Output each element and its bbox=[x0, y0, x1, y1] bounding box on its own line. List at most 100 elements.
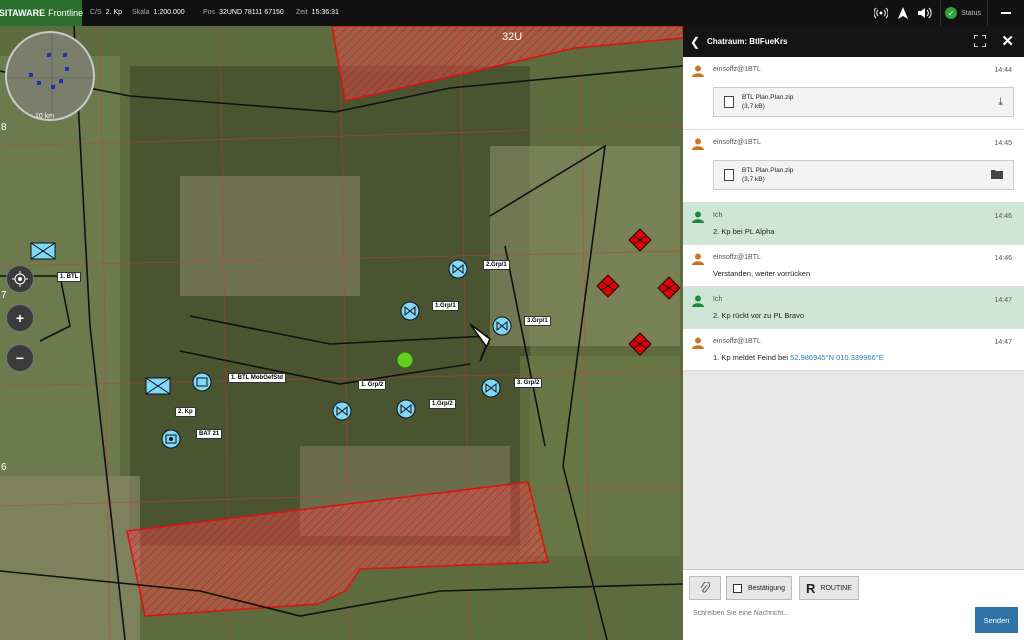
friendly-support-icon[interactable] bbox=[161, 429, 181, 449]
position-readout: Pos 32UND 78111 67150 bbox=[203, 9, 284, 16]
message-user: einsoffz@1BTL bbox=[713, 254, 761, 261]
chat-message: einsoffz@1BTL 14:47 1. Kp meldet Feind b… bbox=[683, 329, 1024, 371]
north-arrow-icon[interactable] bbox=[892, 0, 914, 26]
friendly-hq-icon[interactable] bbox=[192, 372, 212, 392]
side-tick-label: 7 bbox=[1, 290, 7, 301]
priority-icon: R bbox=[806, 580, 816, 596]
scale-label: Skala bbox=[132, 9, 150, 16]
checkbox[interactable] bbox=[733, 583, 742, 593]
chat-message: einsoffz@1BTL 14:45 BTL Plan.Plan.zip (3… bbox=[683, 130, 1024, 203]
close-icon[interactable]: ✕ bbox=[1001, 32, 1014, 50]
document-icon bbox=[724, 96, 734, 108]
top-bar: SITAWARE Frontline C/S 2. Kp Skala 1:200.00… bbox=[0, 0, 1024, 26]
friendly-squad-icon[interactable] bbox=[481, 378, 501, 398]
friendly-squad-icon[interactable] bbox=[396, 399, 416, 419]
paperclip-icon bbox=[700, 582, 710, 593]
unit-label: BAT 21 bbox=[196, 429, 223, 439]
brand-sub: Frontline bbox=[48, 8, 84, 18]
unit-label: 1. Grp/2 bbox=[358, 380, 387, 390]
map-view[interactable]: 32U 10 km + − 8 7 6 1. BTL 2.Grp/1 1.Grp… bbox=[0, 26, 683, 640]
user-avatar-icon bbox=[692, 253, 704, 265]
zoom-out-icon[interactable]: − bbox=[6, 344, 34, 372]
message-time: 14:47 bbox=[994, 297, 1012, 304]
pos-label: Pos bbox=[203, 9, 216, 16]
message-user: einsoffz@1BTL bbox=[713, 338, 761, 345]
back-icon[interactable]: ❮ bbox=[683, 35, 707, 49]
friendly-squad-icon[interactable] bbox=[492, 316, 512, 336]
attachment[interactable]: BTL Plan.Plan.zip (3,7 kB) bbox=[713, 160, 1014, 190]
scale-readout: Skala 1:200.000 bbox=[132, 9, 185, 16]
unit-label: 2. Kp bbox=[175, 407, 196, 417]
grid-zone-label: 32U bbox=[502, 31, 522, 43]
zoom-in-icon[interactable]: + bbox=[6, 304, 34, 332]
callsign-readout: C/S 2. Kp bbox=[90, 9, 122, 16]
locate-icon[interactable] bbox=[6, 265, 34, 293]
send-button[interactable]: Senden bbox=[975, 607, 1018, 633]
status-label: Status bbox=[961, 9, 981, 17]
own-position-icon[interactable] bbox=[395, 350, 415, 370]
chat-message: Ich 14:47 2. Kp rückt vor zu PL Bravo bbox=[683, 287, 1024, 329]
chat-title: Chatraum: BtlFueKrs bbox=[707, 37, 788, 46]
message-user: Ich bbox=[713, 212, 723, 219]
user-avatar-icon bbox=[692, 337, 704, 349]
friendly-squad-icon[interactable] bbox=[448, 259, 468, 279]
fullscreen-icon[interactable] bbox=[974, 35, 986, 47]
attachment[interactable]: BTL Plan.Plan.zip (3,7 kB) ⤓ bbox=[713, 87, 1014, 117]
menu-icon[interactable] bbox=[988, 0, 1024, 26]
coordinate-link[interactable]: 52.986945°N 010.339966°E bbox=[790, 353, 884, 362]
chat-header: ❮ Chatraum: BtlFueKrs ✕ bbox=[683, 26, 1024, 57]
minimap-scale: 10 km bbox=[35, 113, 55, 120]
message-text-body: 1. Kp meldet Feind bei bbox=[713, 353, 791, 362]
friendly-unit-icon[interactable] bbox=[30, 242, 56, 260]
message-text: 2. Kp rückt vor zu PL Bravo bbox=[713, 311, 805, 320]
minimap[interactable] bbox=[5, 31, 95, 121]
status-button[interactable]: ✓ Status bbox=[940, 0, 988, 26]
bestaetigung-toggle[interactable]: Bestätigung bbox=[726, 576, 792, 600]
folder-icon[interactable] bbox=[991, 169, 1003, 179]
message-time: 14:44 bbox=[994, 67, 1012, 74]
hostile-unit-icon[interactable] bbox=[628, 228, 652, 252]
message-user: einsoffz@1BTL bbox=[713, 139, 761, 146]
friendly-squad-icon[interactable] bbox=[332, 401, 352, 421]
brand-name: SITAWARE bbox=[0, 8, 46, 18]
chat-message: einsoffz@1BTL 14:46 Verstanden, weiter v… bbox=[683, 245, 1024, 287]
attachment-size: (3,7 kB) bbox=[742, 176, 765, 183]
hostile-unit-icon[interactable] bbox=[657, 276, 681, 300]
attach-button[interactable] bbox=[689, 576, 721, 600]
time-readout: Zeit 15:36:31 bbox=[296, 9, 339, 16]
unit-label: 1. BTL MobGefStd bbox=[228, 373, 286, 383]
chat-message: einsoffz@1BTL 14:44 BTL Plan.Plan.zip (3… bbox=[683, 57, 1024, 130]
priority-button[interactable]: R ROUTINE bbox=[799, 576, 859, 600]
unit-label: 3. Grp/2 bbox=[514, 378, 543, 388]
unit-label: 1.Grp/1 bbox=[432, 301, 459, 311]
message-time: 14:45 bbox=[994, 140, 1012, 147]
hostile-unit-icon[interactable] bbox=[628, 332, 652, 356]
message-composer: Bestätigung R ROUTINE Senden bbox=[683, 569, 1024, 640]
user-avatar-icon bbox=[692, 211, 704, 223]
unit-label: 1.Grp/2 bbox=[429, 399, 456, 409]
message-time: 14:46 bbox=[994, 213, 1012, 220]
volume-icon[interactable] bbox=[914, 0, 936, 26]
hostile-unit-icon[interactable] bbox=[596, 274, 620, 298]
message-user: Ich bbox=[713, 296, 723, 303]
unit-label: 1. BTL bbox=[57, 272, 82, 282]
bestaetigung-label: Bestätigung bbox=[748, 584, 785, 592]
message-input[interactable] bbox=[693, 606, 963, 620]
download-icon[interactable]: ⤓ bbox=[998, 96, 1003, 109]
document-icon bbox=[724, 169, 734, 181]
time-value: 15:36:31 bbox=[311, 9, 339, 16]
message-list[interactable]: einsoffz@1BTL 14:44 BTL Plan.Plan.zip (3… bbox=[683, 57, 1024, 569]
friendly-unit-icon[interactable] bbox=[145, 377, 171, 395]
attachment-name: BTL Plan.Plan.zip bbox=[742, 94, 794, 101]
user-avatar-icon bbox=[692, 295, 704, 307]
message-text: 2. Kp bei PL Alpha bbox=[713, 227, 775, 236]
message-text: 1. Kp meldet Feind bei 52.986945°N 010.3… bbox=[713, 353, 1014, 362]
unit-label: 2.Grp/1 bbox=[483, 260, 510, 270]
app-brand: SITAWARE Frontline bbox=[0, 0, 84, 26]
radio-icon[interactable] bbox=[870, 0, 892, 26]
unit-label: 3.Grp/1 bbox=[524, 316, 551, 326]
message-user: einsoffz@1BTL bbox=[713, 66, 761, 73]
user-avatar-icon bbox=[692, 138, 704, 150]
callsign-value: 2. Kp bbox=[105, 9, 123, 16]
friendly-squad-icon[interactable] bbox=[400, 301, 420, 321]
